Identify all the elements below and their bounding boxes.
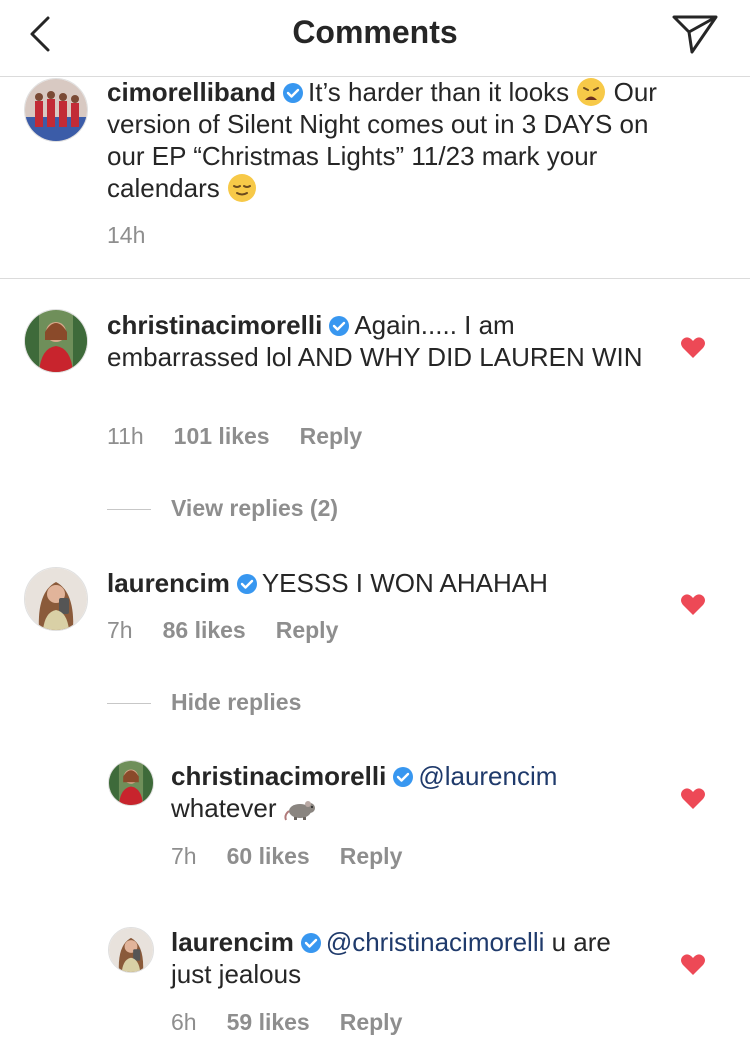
reply-button[interactable]: Reply xyxy=(340,843,403,869)
comment-text: laurencim YESSS I WON AHAHAH xyxy=(107,568,548,598)
header-bar: Comments xyxy=(0,0,750,77)
rat-emoji-icon xyxy=(284,801,315,821)
likes-count[interactable]: 86 likes xyxy=(163,617,246,643)
verified-badge-icon xyxy=(300,933,321,953)
likes-count[interactable]: 101 likes xyxy=(174,423,270,449)
mention-link[interactable]: @christinacimorelli xyxy=(326,927,545,957)
reply-meta: 7h 60 likes Reply xyxy=(171,843,432,870)
reply-button[interactable]: Reply xyxy=(300,423,363,449)
comment-meta: 11h 101 likes Reply xyxy=(107,423,392,450)
timestamp: 11h xyxy=(107,423,144,449)
comment-text: christinacimorelli Again..... I am embarr… xyxy=(107,310,643,372)
mention-link[interactable]: @laurencim xyxy=(418,761,557,791)
timestamp: 14h xyxy=(107,222,146,248)
likes-count[interactable]: 59 likes xyxy=(227,1009,310,1035)
avatar[interactable] xyxy=(24,309,88,373)
verified-badge-icon xyxy=(283,83,304,103)
comment-username[interactable]: christinacimorelli xyxy=(107,310,322,340)
reply-username[interactable]: laurencim xyxy=(171,927,294,957)
verified-badge-icon xyxy=(393,767,414,787)
profile-photo-icon xyxy=(109,928,153,972)
avatar[interactable] xyxy=(108,760,154,806)
divider xyxy=(0,278,750,279)
weary-face-emoji-icon xyxy=(577,78,606,106)
profile-photo-icon xyxy=(25,310,87,372)
timestamp: 7h xyxy=(171,843,197,869)
reply-username[interactable]: christinacimorelli xyxy=(171,761,386,791)
likes-count[interactable]: 60 likes xyxy=(227,843,310,869)
reply-text: christinacimorelli @laurencim whatever xyxy=(171,761,558,823)
send-direct-icon[interactable] xyxy=(670,12,720,56)
view-replies-button[interactable]: View replies (2) xyxy=(107,495,338,522)
band-photo-icon xyxy=(25,79,87,141)
verified-badge-icon xyxy=(329,316,350,336)
verified-badge-icon xyxy=(236,574,257,594)
relieved-face-emoji-icon xyxy=(227,174,256,202)
caption-text: cimorelliband It’s harder than it looks O… xyxy=(107,77,657,203)
divider-line xyxy=(107,509,151,511)
comment-meta: 7h 86 likes Reply xyxy=(107,617,368,644)
like-heart-icon[interactable] xyxy=(680,786,706,810)
page-title: Comments xyxy=(292,14,458,50)
reply-button[interactable]: Reply xyxy=(340,1009,403,1035)
divider-line xyxy=(107,703,151,705)
avatar[interactable] xyxy=(24,78,88,142)
reply-meta: 6h 59 likes Reply xyxy=(171,1009,432,1036)
timestamp: 6h xyxy=(171,1009,197,1035)
caption-username[interactable]: cimorelliband xyxy=(107,77,276,107)
timestamp: 7h xyxy=(107,617,133,643)
like-heart-icon[interactable] xyxy=(680,592,706,616)
reply-text: laurencim @christinacimorelli u are just … xyxy=(171,927,611,989)
avatar[interactable] xyxy=(108,927,154,973)
profile-photo-icon xyxy=(25,568,87,630)
like-heart-icon[interactable] xyxy=(680,952,706,976)
like-heart-icon[interactable] xyxy=(680,335,706,359)
avatar[interactable] xyxy=(24,567,88,631)
caption-meta: 14h xyxy=(107,222,175,249)
profile-photo-icon xyxy=(109,761,153,805)
comment-username[interactable]: laurencim xyxy=(107,568,230,598)
reply-button[interactable]: Reply xyxy=(276,617,339,643)
hide-replies-button[interactable]: Hide replies xyxy=(107,689,301,716)
